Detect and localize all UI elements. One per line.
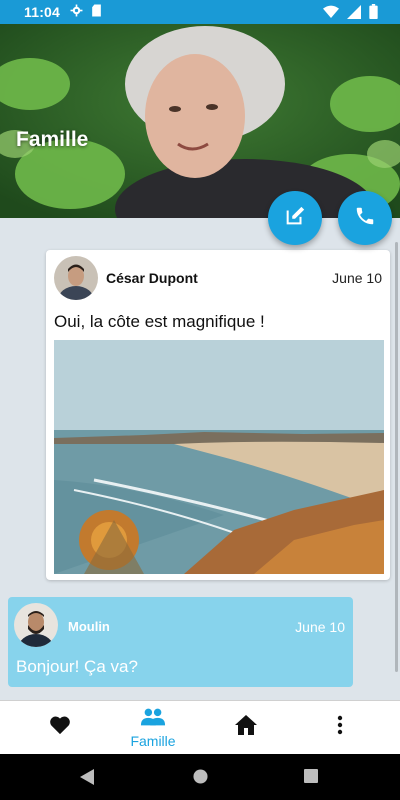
bottom-navigation: Famille — [0, 700, 400, 755]
nav-more[interactable] — [290, 701, 390, 755]
people-icon — [140, 707, 166, 732]
scrollbar[interactable] — [395, 242, 398, 672]
nav-famille[interactable]: Famille — [103, 701, 203, 755]
avatar[interactable] — [54, 256, 98, 300]
message-card[interactable]: Moulin June 10 Bonjour! Ça va? — [8, 597, 353, 687]
sd-card-icon — [91, 4, 102, 20]
post-card[interactable]: César Dupont June 10 Oui, la côte est ma… — [46, 250, 390, 580]
message-author: Moulin — [68, 619, 110, 634]
back-icon[interactable] — [80, 769, 94, 790]
grandmother-photo — [0, 24, 400, 218]
post-text: Oui, la côte est magnifique ! — [54, 312, 265, 331]
post-photo[interactable] — [54, 340, 384, 574]
header-photo: Famille — [0, 24, 400, 218]
message-text: Bonjour! Ça va? — [16, 657, 138, 676]
recents-icon[interactable] — [304, 769, 318, 788]
status-bar: 11:04 — [0, 0, 400, 24]
wifi-icon — [323, 5, 339, 22]
settings-icon — [70, 4, 83, 20]
home-circle-icon[interactable] — [193, 769, 208, 789]
group-title: Famille — [16, 128, 89, 151]
nav-favorites[interactable] — [10, 701, 110, 755]
nav-label: Famille — [130, 733, 176, 749]
post-author: César Dupont — [106, 270, 198, 286]
battery-icon — [369, 4, 378, 22]
home-icon — [234, 714, 258, 741]
more-vertical-icon — [337, 715, 343, 740]
post-date: June 10 — [332, 270, 382, 286]
heart-icon — [49, 715, 71, 740]
nav-home[interactable] — [196, 701, 296, 755]
new-post-button[interactable] — [268, 191, 322, 245]
status-time: 11:04 — [24, 4, 61, 20]
signal-icon — [347, 4, 361, 22]
system-navigation-bar — [0, 754, 400, 800]
phone-icon — [354, 205, 376, 232]
avatar[interactable] — [14, 603, 58, 647]
message-date: June 10 — [295, 619, 345, 635]
edit-icon — [284, 205, 306, 232]
call-button[interactable] — [338, 191, 392, 245]
